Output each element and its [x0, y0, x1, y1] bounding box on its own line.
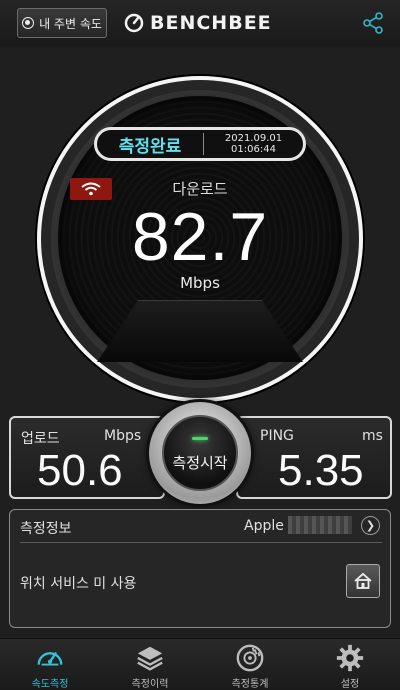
ping-label: PING	[260, 428, 294, 444]
bottom-tab-bar: 속도측정 측정이력 측정통계 설정	[0, 638, 400, 690]
chevron-right-icon[interactable]: ❯	[361, 516, 380, 535]
ping-unit: ms	[362, 428, 383, 444]
download-value: 82.7	[131, 199, 269, 275]
measurement-timestamp: 2021.09.01 01:06:44	[224, 133, 283, 155]
ping-value: 5.35	[278, 446, 364, 495]
brand-logo: BENCHBEE	[124, 11, 272, 35]
brand-name: BENCHBEE	[150, 12, 272, 34]
tab-label: 설정	[340, 679, 360, 690]
upload-unit: Mbps	[104, 428, 142, 444]
tab-speed-test[interactable]: 속도측정	[0, 639, 100, 690]
location-target-icon	[22, 17, 35, 29]
share-icon[interactable]	[362, 12, 384, 34]
redacted-ip	[288, 516, 352, 534]
home-location-button[interactable]	[346, 564, 380, 598]
status-led	[192, 437, 208, 440]
chart-disc-icon	[236, 644, 264, 672]
info-title: 측정정보	[20, 521, 72, 537]
isp-name: Apple	[244, 518, 284, 534]
benchbee-logo-icon	[124, 13, 144, 33]
measurement-status: 측정완료	[118, 136, 182, 157]
tab-statistics[interactable]: 측정통계	[200, 639, 300, 690]
tab-label: 측정통계	[231, 679, 269, 690]
upload-value: 50.6	[37, 446, 123, 495]
ping-panel: PING ms 5.35	[236, 416, 392, 499]
tab-label: 측정이력	[131, 679, 169, 690]
measurement-info-card: 측정정보 Apple ❯ 위치 서비스 미 사용	[9, 509, 391, 628]
layers-icon	[137, 646, 163, 671]
status-pill: 측정완료 2021.09.01 01:06:44	[94, 127, 306, 161]
nearby-speed-button[interactable]: 내 주변 속도	[17, 8, 107, 38]
download-label: 다운로드	[172, 180, 228, 198]
info-divider	[20, 542, 382, 543]
download-unit: Mbps	[180, 274, 220, 292]
speedometer-icon	[37, 652, 63, 666]
location-status: 위치 서비스 미 사용	[20, 576, 137, 592]
upload-panel: 업로드 Mbps 50.6	[9, 416, 165, 499]
house-icon	[354, 572, 372, 589]
tab-settings[interactable]: 설정	[300, 639, 400, 690]
gear-icon	[336, 644, 364, 672]
top-bar: 내 주변 속도 BENCHBEE	[0, 0, 400, 46]
upload-label: 업로드	[21, 431, 60, 447]
start-test-label[interactable]: 측정시작	[162, 452, 238, 473]
nearby-speed-label: 내 주변 속도	[39, 16, 102, 31]
tab-history[interactable]: 측정이력	[100, 639, 200, 690]
tab-label: 속도측정	[31, 679, 69, 690]
